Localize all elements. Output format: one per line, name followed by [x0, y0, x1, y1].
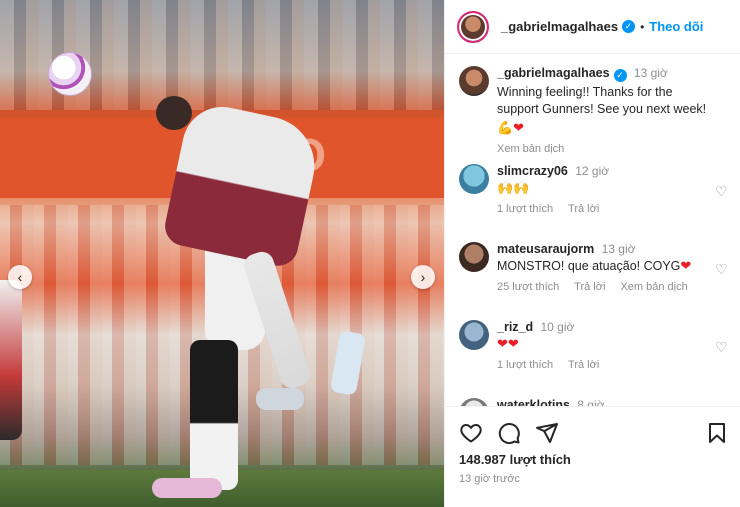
commenter-avatar[interactable] [459, 164, 489, 194]
next-image-button[interactable]: › [411, 265, 435, 289]
post-panel: _gabrielmagalhaes ✓ • Theo dõi _gabrielm… [444, 0, 740, 507]
heart-emoji: ❤ [680, 259, 692, 274]
comment-text: 🙌🙌 [497, 181, 530, 196]
comment-time[interactable]: 10 giờ [540, 320, 574, 334]
like-comment-heart-icon[interactable]: ♡ [715, 184, 729, 198]
comment-bubble-icon[interactable] [497, 421, 521, 445]
caption-emoji: 💪❤ [497, 121, 525, 136]
share-send-icon[interactable] [535, 421, 559, 445]
bookmark-icon[interactable] [705, 421, 729, 445]
comment-likes-count[interactable]: 1 lượt thích [497, 203, 553, 215]
comments-list[interactable]: _gabrielmagalhaes ✓ 13 giờ Winning feelin… [445, 54, 740, 406]
author-avatar[interactable] [457, 10, 489, 43]
comment-likes-count[interactable]: 25 lượt thích [497, 281, 559, 293]
player-white-head [156, 96, 192, 130]
player-red-legs [190, 340, 238, 490]
post-media[interactable]: DO ‹ › [0, 0, 444, 507]
comment-translate-link[interactable]: Xem bản dịch [620, 281, 687, 293]
verified-badge-icon: ✓ [622, 20, 636, 33]
commenter-avatar[interactable] [459, 320, 489, 350]
comment-time[interactable]: 8 giờ [577, 398, 604, 406]
comment-text: ❤❤ [497, 337, 519, 352]
football [48, 52, 92, 96]
like-comment-heart-icon[interactable]: ♡ [715, 340, 729, 354]
follow-button[interactable]: Theo dõi [649, 19, 703, 34]
comment-text-line: MONSTRO! que atuação! COYG❤ [497, 258, 707, 275]
comment-username[interactable]: mateusaraujorm [497, 242, 594, 256]
post-header: _gabrielmagalhaes ✓ • Theo dõi [445, 0, 740, 54]
comment-reply-link[interactable]: Trả lời [568, 203, 599, 215]
comment-reply-link[interactable]: Trả lời [568, 359, 599, 371]
caption-text: Winning feeling!! Thanks for the support… [497, 85, 707, 116]
comment-username[interactable]: _riz_d [497, 320, 533, 334]
previous-image-button[interactable]: ‹ [8, 265, 32, 289]
comment-username[interactable]: waterklotins [497, 398, 570, 406]
comment-likes-count[interactable]: 1 lượt thích [497, 359, 553, 371]
commenter-avatar[interactable] [459, 242, 489, 272]
like-heart-icon[interactable] [459, 421, 483, 445]
caption-translate-link[interactable]: Xem bản dịch [497, 143, 564, 155]
comment-time[interactable]: 13 giờ [602, 242, 636, 256]
separator-dot: • [640, 19, 645, 34]
background-player [0, 280, 22, 440]
post-actions: 148.987 lượt thích 13 giờ trước [445, 406, 740, 507]
post-timestamp[interactable]: 13 giờ trước [459, 473, 520, 485]
comment-reply-link[interactable]: Trả lời [574, 281, 605, 293]
commenter-avatar[interactable] [459, 398, 489, 406]
comment-username[interactable]: slimcrazy06 [497, 164, 568, 178]
post-likes-count[interactable]: 148.987 lượt thích [459, 452, 571, 467]
player-red-boot [152, 478, 222, 498]
verified-badge-icon: ✓ [613, 69, 627, 82]
comment-time[interactable]: 12 giờ [575, 164, 609, 178]
comment-text: MONSTRO! que atuação! COYG [497, 259, 681, 273]
caption-time[interactable]: 13 giờ [634, 66, 668, 80]
caption-avatar[interactable] [459, 66, 489, 96]
caption-username[interactable]: _gabrielmagalhaes [497, 66, 610, 80]
author-username[interactable]: _gabrielmagalhaes [501, 19, 618, 34]
player-white-boot-2 [256, 388, 304, 410]
like-comment-heart-icon[interactable]: ♡ [715, 262, 729, 276]
